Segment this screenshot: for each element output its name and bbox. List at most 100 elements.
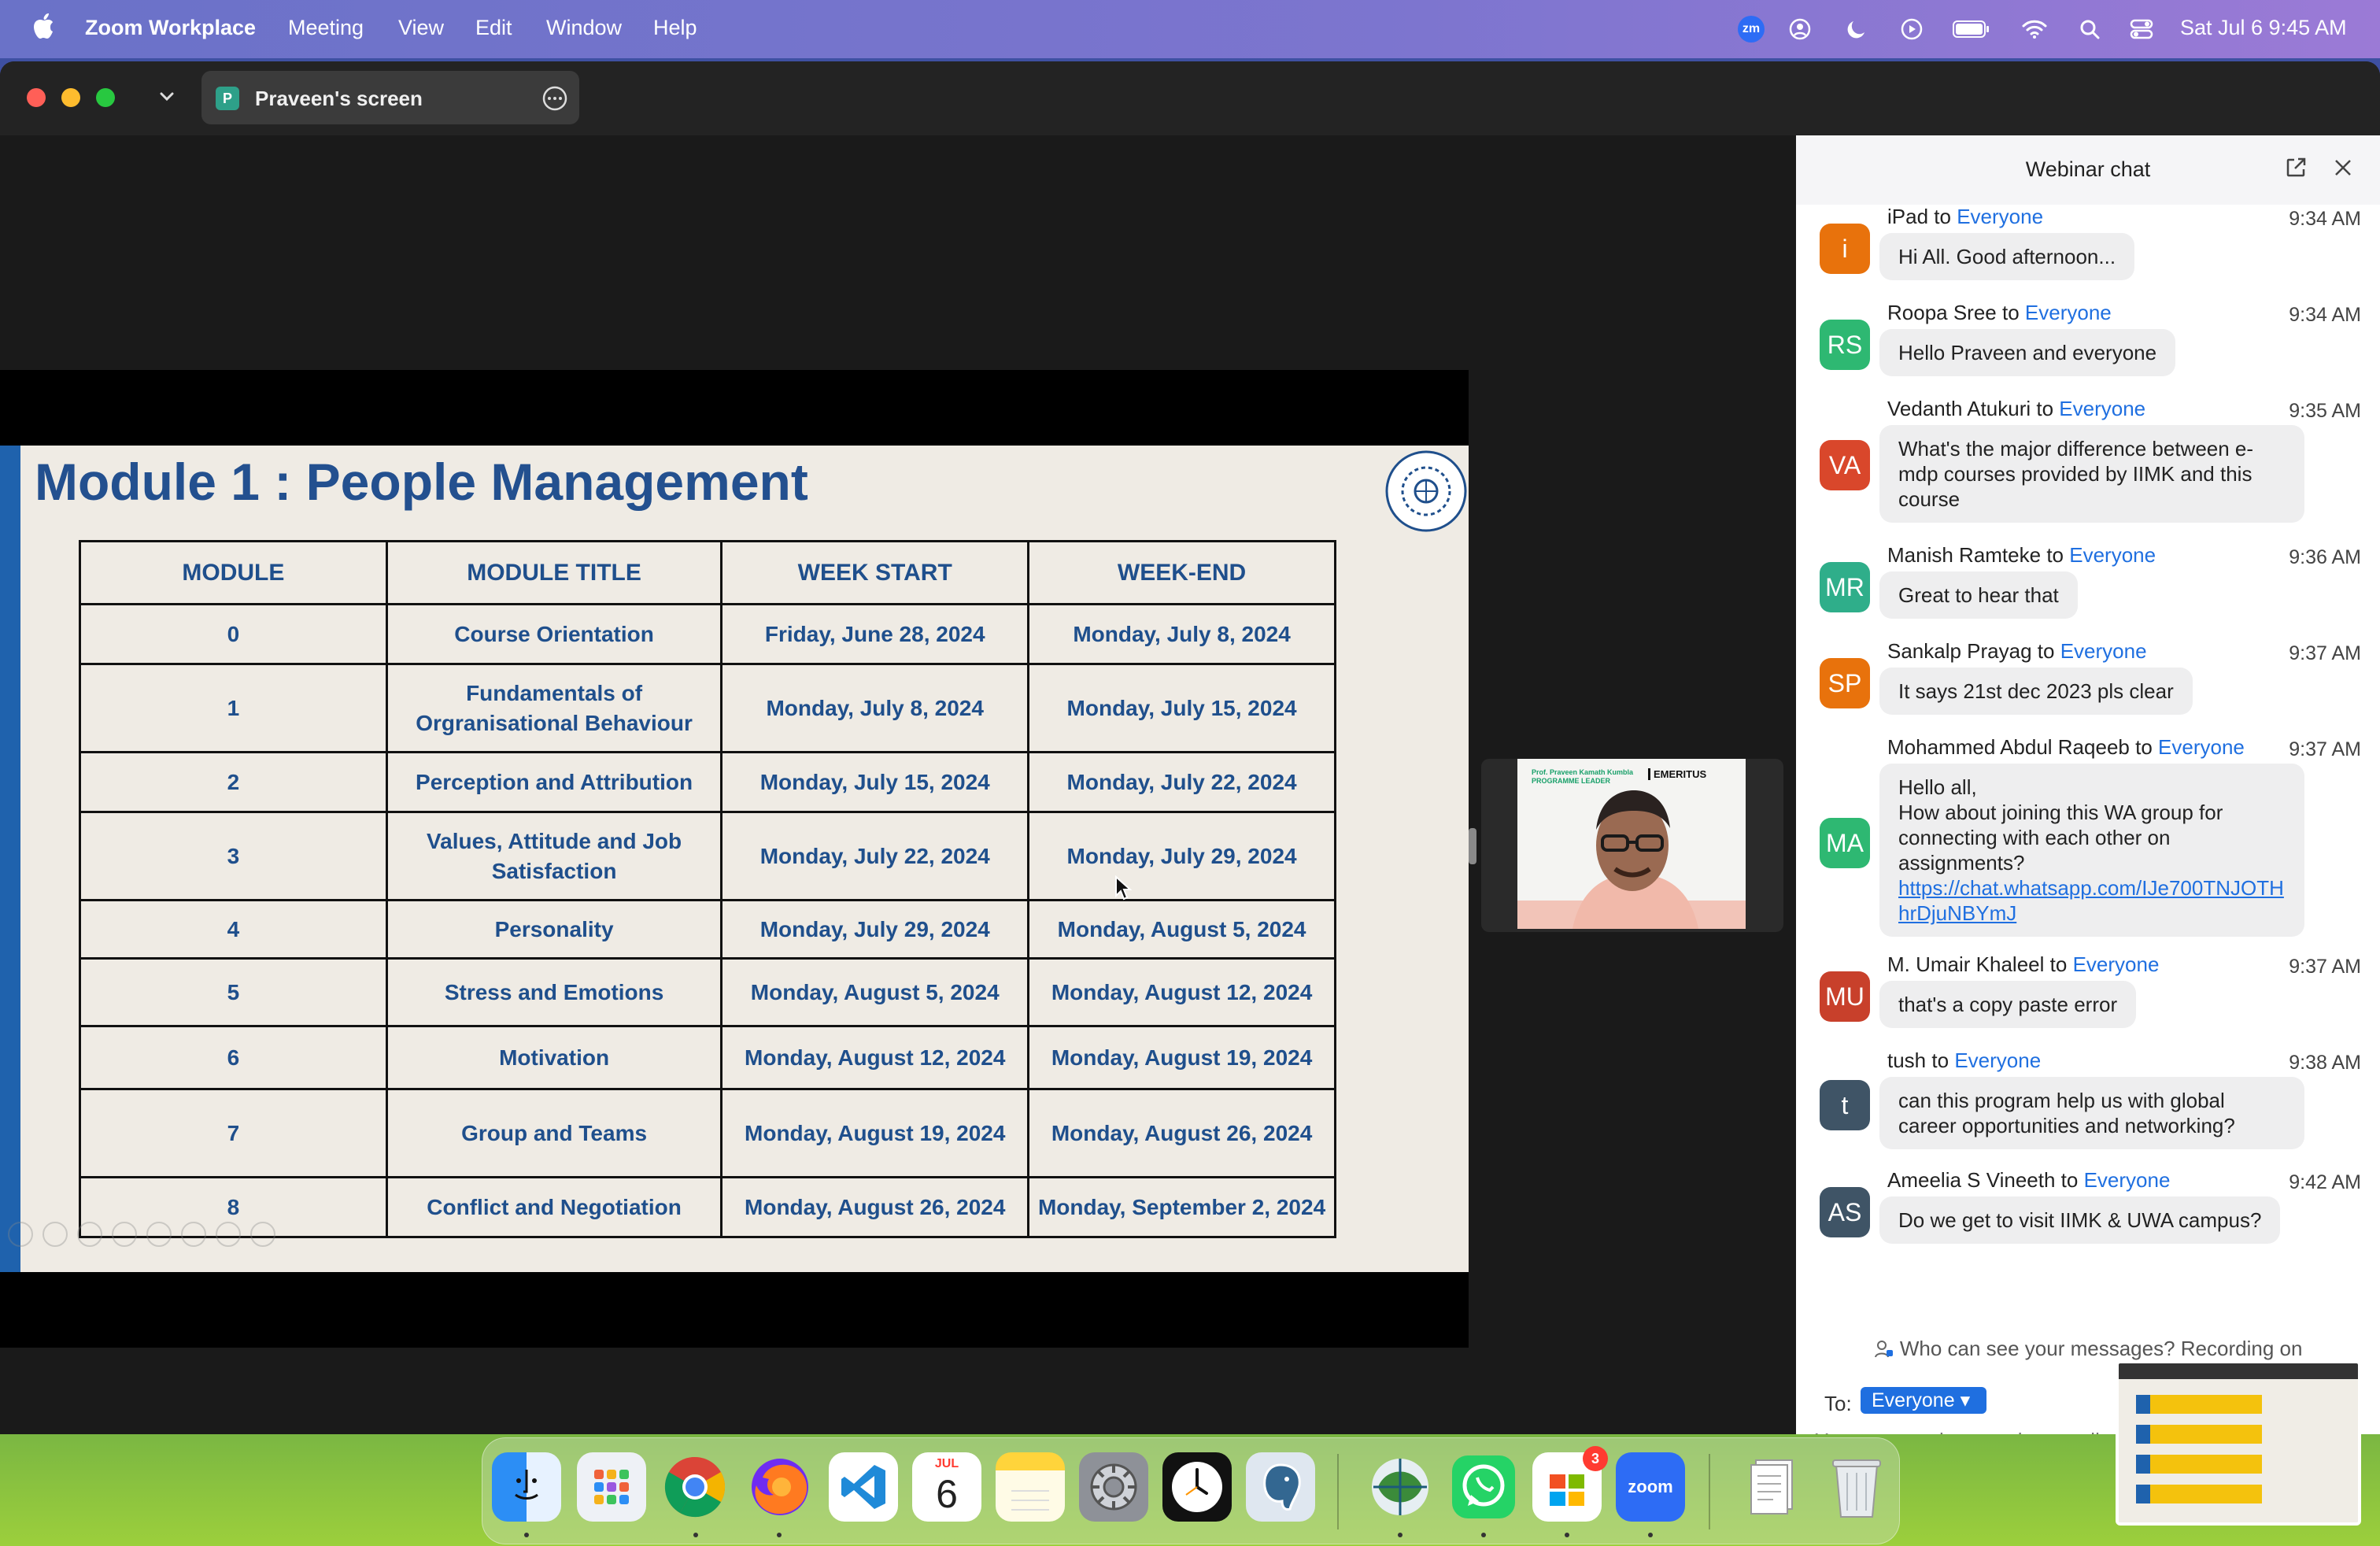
calendar-icon[interactable]: JUL 6: [912, 1452, 981, 1522]
module-title-cell: Group and Teams: [385, 1088, 723, 1178]
chat-message[interactable]: AS Ameelia S Vineeth to Everyone 9:42 AM Do…: [1796, 1168, 2380, 1256]
message-audience[interactable]: Everyone: [2060, 639, 2147, 663]
calendar-month: JUL: [934, 1457, 959, 1470]
finder-icon[interactable]: [492, 1452, 561, 1522]
sender-avatar[interactable]: AS: [1820, 1187, 1870, 1237]
message-bubble[interactable]: Hello all, How about joining this WA gro…: [1879, 764, 2304, 937]
message-link[interactable]: https://chat.whatsapp.com/IJe700TNJOTHhr…: [1898, 875, 2286, 926]
message-bubble[interactable]: can this program help us with global car…: [1879, 1077, 2304, 1149]
message-text: Great to hear that: [1898, 583, 2059, 607]
launchpad-icon[interactable]: [577, 1452, 646, 1522]
zoom-status-icon[interactable]: zm: [1738, 16, 1765, 43]
control-center-icon[interactable]: [2128, 16, 2155, 43]
whatsapp-icon[interactable]: [1449, 1452, 1518, 1522]
sender-avatar[interactable]: MA: [1820, 818, 1870, 868]
message-audience[interactable]: Everyone: [1954, 1049, 2041, 1072]
now-playing-icon[interactable]: [1898, 16, 1925, 43]
menu-bar-clock[interactable]: Sat Jul 6 9:45 AM: [2180, 16, 2347, 40]
column-header: MODULE TITLE: [385, 540, 723, 605]
grid-view-icon[interactable]: [181, 1222, 206, 1247]
screen-share-thumbnail[interactable]: [2116, 1360, 2361, 1526]
chat-visibility-notice[interactable]: Who can see your messages? Recording on: [1796, 1337, 2380, 1361]
thumbnail-content: [2119, 1363, 2358, 1522]
menu-view[interactable]: View: [398, 16, 444, 40]
sender-avatar[interactable]: t: [1820, 1080, 1870, 1130]
chat-message[interactable]: t tush to Everyone 9:38 AM can this program…: [1796, 1049, 2380, 1162]
message-bubble[interactable]: It says 21st dec 2023 pls clear: [1879, 668, 2193, 715]
message-text: Hi All. Good afternoon...: [1898, 245, 2116, 268]
documents-folder-icon[interactable]: [1739, 1452, 1808, 1522]
menu-window[interactable]: Window: [546, 16, 622, 40]
sender-avatar[interactable]: RS: [1820, 320, 1870, 370]
message-bubble[interactable]: that's a copy paste error: [1879, 981, 2137, 1028]
recipient-dropdown[interactable]: Everyone ▾: [1861, 1387, 1986, 1414]
message-bubble[interactable]: Hi All. Good afternoon...: [1879, 233, 2135, 280]
presenter-video-tile[interactable]: Prof. Praveen Kamath Kumbla PROGRAMME LE…: [1481, 759, 1783, 932]
chat-message[interactable]: RS Roopa Sree to Everyone 9:34 AM Hello Pra…: [1796, 301, 2380, 389]
chat-message-list[interactable]: i iPad to Everyone 9:34 AM Hi All. Good aft…: [1796, 205, 2380, 1362]
menu-edit[interactable]: Edit: [475, 16, 512, 40]
menu-app-name[interactable]: Zoom Workplace: [85, 16, 256, 40]
shared-screen-tab[interactable]: P Praveen's screen: [201, 71, 579, 124]
message-audience[interactable]: Everyone: [2069, 543, 2156, 567]
globe-app-icon[interactable]: [1366, 1452, 1435, 1522]
chevron-down-icon[interactable]: [156, 85, 178, 107]
window-minimize-button[interactable]: [61, 88, 80, 107]
menu-meeting[interactable]: Meeting: [288, 16, 364, 40]
message-bubble[interactable]: Hello Praveen and everyone: [1879, 329, 2176, 376]
pointer-icon[interactable]: [112, 1222, 137, 1247]
close-icon[interactable]: [2331, 156, 2355, 179]
vscode-icon[interactable]: [829, 1452, 898, 1522]
sender-avatar[interactable]: VA: [1820, 440, 1870, 490]
chat-message[interactable]: MR Manish Ramteke to Everyone 9:36 AM Great…: [1796, 543, 2380, 631]
week-end-cell: Monday, August 5, 2024: [1027, 899, 1336, 960]
message-audience[interactable]: Everyone: [2025, 301, 2112, 324]
message-bubble[interactable]: Do we get to visit IIMK & UWA campus?: [1879, 1196, 2281, 1244]
message-bubble[interactable]: What's the major difference between e-md…: [1879, 425, 2304, 523]
sender-avatar[interactable]: MU: [1820, 971, 1870, 1022]
message-audience[interactable]: Everyone: [2084, 1168, 2171, 1192]
chat-message[interactable]: SP Sankalp Prayag to Everyone 9:37 AM It sa…: [1796, 639, 2380, 727]
message-text: Do we get to visit IIMK & UWA campus?: [1898, 1208, 2262, 1232]
next-slide-icon[interactable]: [42, 1222, 68, 1247]
chat-message[interactable]: i iPad to Everyone 9:34 AM Hi All. Good aft…: [1796, 205, 2380, 293]
chat-message[interactable]: MU M. Umair Khaleel to Everyone 9:37 AM tha…: [1796, 952, 2380, 1041]
window-maximize-button[interactable]: [96, 88, 115, 107]
more-options-icon[interactable]: [541, 85, 568, 112]
message-audience[interactable]: Everyone: [2059, 397, 2145, 420]
user-account-icon[interactable]: [1787, 16, 1813, 43]
zoom-app-icon[interactable]: zoom: [1616, 1452, 1685, 1522]
clock-app-icon[interactable]: [1162, 1452, 1232, 1522]
trash-icon[interactable]: [1822, 1452, 1891, 1522]
window-close-button[interactable]: [27, 88, 46, 107]
apple-menu-icon[interactable]: [31, 11, 55, 41]
message-bubble[interactable]: Great to hear that: [1879, 571, 2078, 619]
chat-message[interactable]: VA Vedanth Atukuri to Everyone 9:35 AM What…: [1796, 397, 2380, 534]
focus-moon-icon[interactable]: [1843, 16, 1870, 43]
sender-avatar[interactable]: i: [1820, 224, 1870, 274]
message-audience[interactable]: Everyone: [2073, 952, 2160, 976]
zoom-slide-icon[interactable]: [146, 1222, 172, 1247]
panel-resize-handle[interactable]: [1469, 828, 1476, 864]
spotlight-search-icon[interactable]: [2076, 16, 2103, 43]
message-audience[interactable]: Everyone: [2158, 735, 2245, 759]
battery-icon[interactable]: [1952, 16, 1991, 43]
camera-icon[interactable]: [216, 1222, 241, 1247]
pen-icon[interactable]: [77, 1222, 102, 1247]
firefox-icon[interactable]: [745, 1452, 815, 1522]
system-settings-icon[interactable]: [1079, 1452, 1148, 1522]
sender-avatar[interactable]: SP: [1820, 658, 1870, 708]
postgresql-icon[interactable]: [1246, 1452, 1315, 1522]
chrome-icon[interactable]: [660, 1452, 730, 1522]
message-audience[interactable]: Everyone: [1957, 205, 2043, 228]
chat-message-input[interactable]: [1815, 1426, 2130, 1434]
popout-icon[interactable]: [2284, 156, 2308, 179]
chat-message[interactable]: MA Mohammed Abdul Raqeeb to Everyone 9:37 …: [1796, 735, 2380, 951]
menu-help[interactable]: Help: [653, 16, 697, 40]
microsoft-store-icon[interactable]: 3: [1532, 1446, 1608, 1522]
notes-icon[interactable]: [996, 1452, 1065, 1522]
prev-slide-icon[interactable]: [8, 1222, 33, 1247]
more-slide-icon[interactable]: [250, 1222, 275, 1247]
sender-avatar[interactable]: MR: [1820, 562, 1870, 612]
wifi-icon[interactable]: [2021, 16, 2048, 43]
